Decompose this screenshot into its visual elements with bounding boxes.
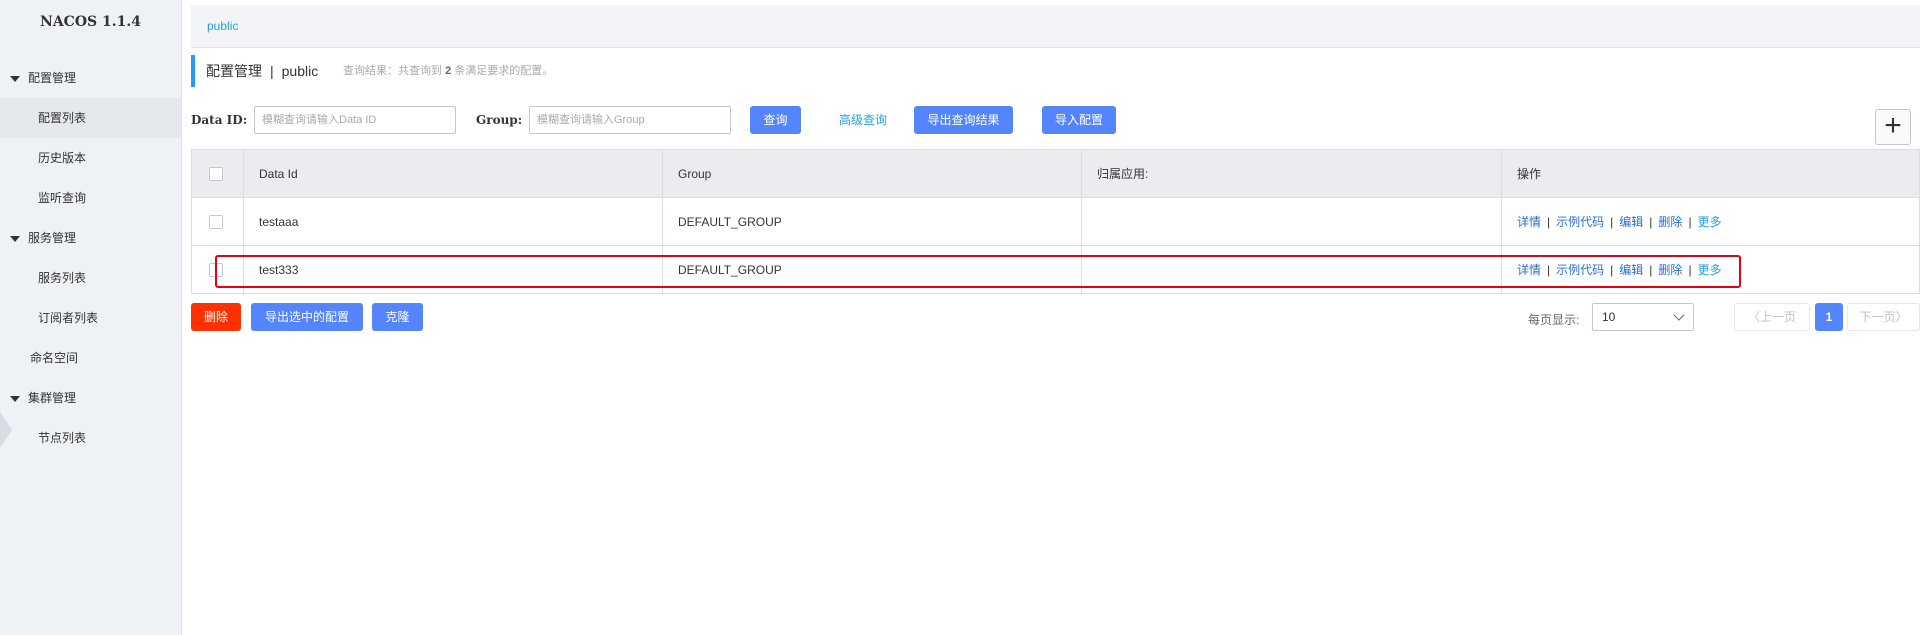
detail-link[interactable]: 详情 — [1517, 261, 1541, 278]
page-title-text: 配置管理 — [206, 63, 262, 79]
prev-page-button[interactable]: 〈上一页 — [1734, 303, 1810, 331]
sidebar: NACOS 1.1.4 配置管理 配置列表 历史版本 监听查询 服务管理 服务列… — [0, 0, 182, 635]
sidebar-item-history[interactable]: 历史版本 — [0, 138, 181, 178]
nav-group-cluster[interactable]: 集群管理 — [0, 378, 181, 418]
cell-group: DEFAULT_GROUP — [663, 198, 1082, 245]
sample-code-link[interactable]: 示例代码 — [1556, 213, 1604, 230]
prev-page-label: 上一页 — [1760, 310, 1797, 324]
column-header: Group — [663, 150, 1082, 197]
query-button[interactable]: 查询 — [750, 106, 801, 134]
sidebar-item-listener-query[interactable]: 监听查询 — [0, 178, 181, 218]
table-row: testaaa DEFAULT_GROUP 详情 | 示例代码 | 编辑 | 删除 | 更多 — [192, 198, 1919, 246]
data-id-input[interactable] — [254, 106, 456, 134]
data-id-label: Data ID: — [191, 113, 248, 127]
nav-group-config[interactable]: 配置管理 — [0, 58, 181, 98]
edit-link[interactable]: 编辑 — [1619, 261, 1643, 278]
edit-link[interactable]: 编辑 — [1619, 213, 1643, 230]
row-checkbox[interactable] — [209, 262, 223, 277]
cell-actions: 详情 | 示例代码 | 编辑 | 删除 | 更多 — [1502, 246, 1919, 293]
import-config-button[interactable]: 导入配置 — [1042, 106, 1116, 134]
action-separator: | — [1610, 214, 1614, 229]
action-separator: | — [1547, 262, 1551, 277]
action-separator: | — [1688, 214, 1692, 229]
namespace-bar: public — [191, 5, 1920, 48]
main-content: public 配置管理 | public 查询结果：共查询到 2 条满足要求的配置。… — [191, 0, 1920, 635]
sidebar-item-node-list[interactable]: 节点列表 — [0, 418, 181, 458]
caret-down-icon — [10, 75, 20, 82]
summary-prefix: 查询结果：共查询到 — [343, 65, 442, 77]
action-separator: | — [1688, 262, 1692, 277]
row-checkbox[interactable] — [209, 214, 223, 229]
action-separator: | — [1649, 262, 1653, 277]
nav-group-label: 配置管理 — [28, 71, 77, 85]
page-size-label: 每页显示: — [1528, 313, 1580, 327]
sample-code-link[interactable]: 示例代码 — [1556, 261, 1604, 278]
export-selected-button[interactable]: 导出选中的配置 — [251, 303, 363, 331]
title-separator: | — [270, 63, 274, 79]
page-size-value: 10 — [1602, 310, 1616, 324]
cell-data-id: testaaa — [244, 198, 663, 245]
caret-down-icon — [10, 395, 20, 402]
column-header: 操作 — [1517, 167, 1542, 181]
page-size-select[interactable]: 10 — [1592, 303, 1694, 331]
query-summary: 查询结果：共查询到 2 条满足要求的配置。 — [343, 55, 553, 87]
chevron-left-icon: 〈 — [1747, 310, 1760, 324]
caret-down-icon — [10, 235, 20, 242]
sidebar-collapse-handle[interactable] — [0, 412, 12, 448]
page-1-button[interactable]: 1 — [1815, 303, 1843, 331]
table-row: test333 DEFAULT_GROUP 详情 | 示例代码 | 编辑 | 删除 | 更多 — [192, 246, 1919, 293]
action-separator: | — [1547, 214, 1551, 229]
table-header: Data Id Group 归属应用: 操作 — [192, 150, 1919, 198]
cell-group: DEFAULT_GROUP — [663, 246, 1082, 293]
more-link[interactable]: 更多 — [1698, 261, 1722, 278]
row-checkbox-cell — [192, 246, 244, 293]
cell-app — [1082, 198, 1502, 245]
namespace-link-public[interactable]: public — [207, 19, 238, 33]
chevron-down-icon — [1673, 309, 1685, 321]
row-checkbox-cell — [192, 198, 244, 245]
sidebar-item-subscriber-list[interactable]: 订阅者列表 — [0, 298, 181, 338]
config-table: Data Id Group 归属应用: 操作 testaaa DEFAULT_G… — [191, 149, 1920, 294]
delete-link[interactable]: 删除 — [1658, 261, 1682, 278]
page-title-namespace: public — [281, 63, 319, 79]
column-header: Data Id — [244, 150, 663, 197]
cell-data-id: test333 — [244, 246, 663, 293]
summary-suffix: 条满足要求的配置。 — [454, 65, 554, 77]
clone-button[interactable]: 克隆 — [372, 303, 423, 331]
action-separator: | — [1649, 214, 1653, 229]
group-label: Group: — [476, 113, 523, 127]
app-logo-title: NACOS 1.1.4 — [40, 14, 141, 30]
nav-group-label: 集群管理 — [28, 391, 77, 405]
batch-delete-button[interactable]: 删除 — [191, 303, 241, 331]
more-link[interactable]: 更多 — [1698, 213, 1722, 230]
advanced-query-link[interactable]: 高级查询 — [839, 106, 887, 134]
sidebar-item-namespace[interactable]: 命名空间 — [0, 338, 181, 378]
nav-group-service[interactable]: 服务管理 — [0, 218, 181, 258]
page-title: 配置管理 | public — [191, 55, 318, 87]
next-page-label: 下一页 — [1859, 310, 1896, 324]
column-header: 归属应用: — [1082, 150, 1502, 197]
add-config-button[interactable]: + — [1875, 109, 1911, 145]
cell-actions: 详情 | 示例代码 | 编辑 | 删除 | 更多 — [1502, 198, 1919, 245]
summary-count: 2 — [445, 65, 452, 77]
export-query-button[interactable]: 导出查询结果 — [914, 106, 1013, 134]
chevron-right-icon: 〉 — [1895, 310, 1908, 324]
sidebar-item-service-list[interactable]: 服务列表 — [0, 258, 181, 298]
nav-group-label: 服务管理 — [28, 231, 77, 245]
group-input[interactable] — [529, 106, 731, 134]
select-all-checkbox[interactable] — [209, 166, 223, 181]
cell-app — [1082, 246, 1502, 293]
delete-link[interactable]: 删除 — [1658, 213, 1682, 230]
detail-link[interactable]: 详情 — [1517, 213, 1541, 230]
action-separator: | — [1610, 262, 1614, 277]
next-page-button[interactable]: 下一页〉 — [1847, 303, 1920, 331]
header-checkbox-cell — [192, 150, 244, 197]
sidebar-item-config-list[interactable]: 配置列表 — [0, 98, 181, 138]
